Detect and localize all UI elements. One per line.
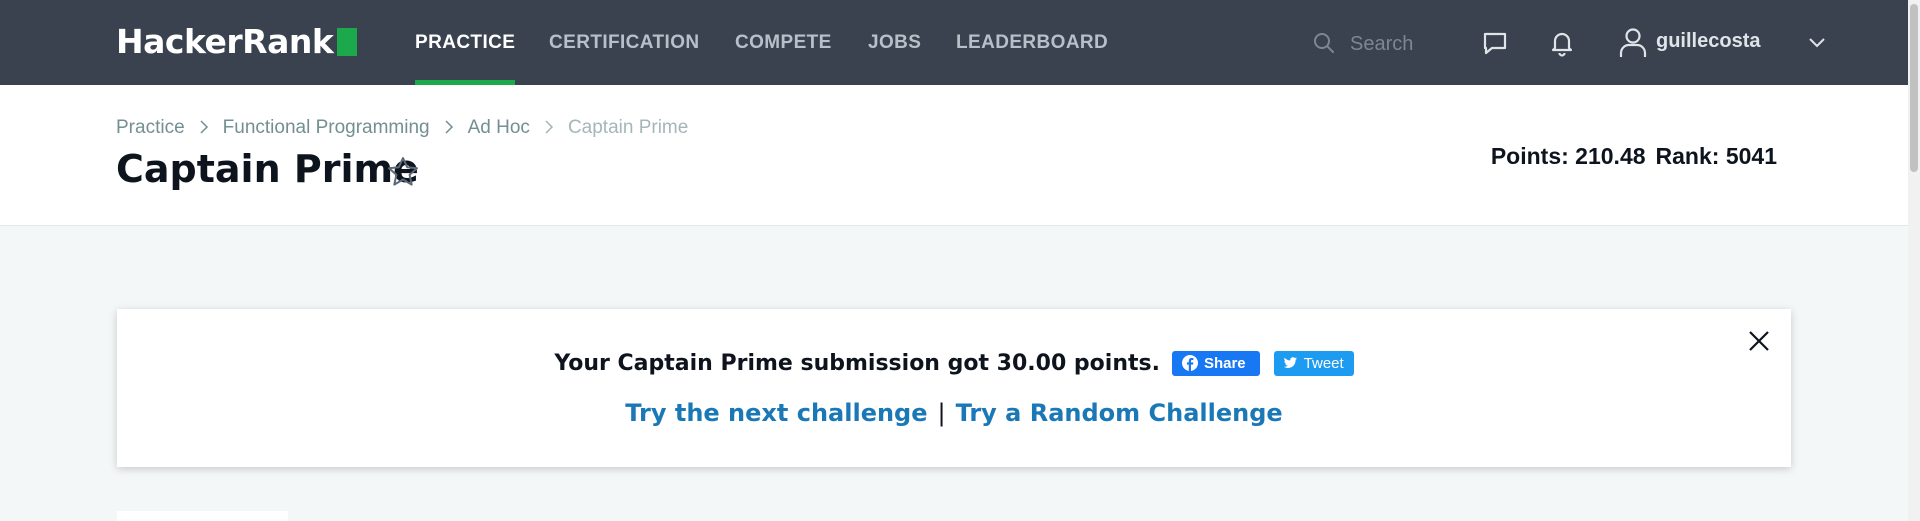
random-challenge-link[interactable]: Try a Random Challenge xyxy=(956,399,1283,427)
close-icon[interactable] xyxy=(1747,329,1771,353)
nav-item-leaderboard[interactable]: LEADERBOARD xyxy=(956,0,1108,85)
page-header: Practice Functional Programming Ad Hoc Capt… xyxy=(0,85,1908,226)
rank-value: Rank: 5041 xyxy=(1655,143,1777,169)
tweet-button[interactable]: Tweet xyxy=(1273,351,1354,376)
page-scrollbar[interactable] xyxy=(1908,0,1920,521)
nav-item-compete[interactable]: COMPETE xyxy=(735,0,832,85)
notice-message-row: Your Captain Prime submission got 30.00 … xyxy=(117,351,1791,376)
nav-item-certification[interactable]: CERTIFICATION xyxy=(549,0,700,85)
breadcrumb-ad-hoc[interactable]: Ad Hoc xyxy=(468,117,530,139)
scrollbar-thumb[interactable] xyxy=(1910,4,1918,172)
breadcrumb: Practice Functional Programming Ad Hoc Capt… xyxy=(116,117,688,139)
content-tab-partial xyxy=(117,511,288,521)
page-title: Captain Prime xyxy=(116,147,419,191)
search-input[interactable] xyxy=(1348,26,1444,62)
nav-item-jobs[interactable]: JOBS xyxy=(868,0,921,85)
search-box[interactable] xyxy=(1312,26,1444,62)
submission-notice: Your Captain Prime submission got 30.00 … xyxy=(117,309,1791,467)
chevron-right-icon xyxy=(545,120,553,134)
hackerrank-logo[interactable]: HackerRank xyxy=(116,22,358,61)
star-icon[interactable] xyxy=(386,155,420,189)
logo-text: HackerRank xyxy=(116,22,334,61)
username: guillecosta xyxy=(1656,30,1761,52)
link-separator: | xyxy=(937,399,946,427)
messages-icon[interactable] xyxy=(1481,29,1509,57)
share-label: Share xyxy=(1203,355,1246,372)
user-stats: Points: 210.48 Rank: 5041 xyxy=(1481,143,1777,170)
breadcrumb-current: Captain Prime xyxy=(567,117,689,138)
facebook-icon xyxy=(1181,355,1198,371)
facebook-share-button[interactable]: Share xyxy=(1171,351,1260,376)
search-icon xyxy=(1314,33,1334,53)
points-value: Points: 210.48 xyxy=(1490,143,1646,169)
user-icon xyxy=(1619,28,1647,57)
top-navigation: HackerRank PRACTICE CERTIFICATION COMPET… xyxy=(0,0,1908,85)
chevron-right-icon xyxy=(445,120,453,134)
nav-item-practice[interactable]: PRACTICE xyxy=(415,0,516,85)
notice-links-row: Try the next challenge | Try a Random Chal… xyxy=(117,399,1791,427)
chevron-right-icon xyxy=(200,120,208,134)
twitter-bird-icon xyxy=(1283,357,1297,368)
notifications-icon[interactable] xyxy=(1548,29,1576,57)
breadcrumb-functional-programming[interactable]: Functional Programming xyxy=(223,117,430,139)
breadcrumb-practice[interactable]: Practice xyxy=(116,117,185,139)
notice-message: Your Captain Prime submission got 30.00 … xyxy=(554,351,1160,376)
tweet-label: Tweet xyxy=(1303,355,1344,372)
next-challenge-link[interactable]: Try the next challenge xyxy=(625,399,927,427)
chevron-down-icon xyxy=(1809,38,1825,48)
logo-block xyxy=(337,28,358,56)
